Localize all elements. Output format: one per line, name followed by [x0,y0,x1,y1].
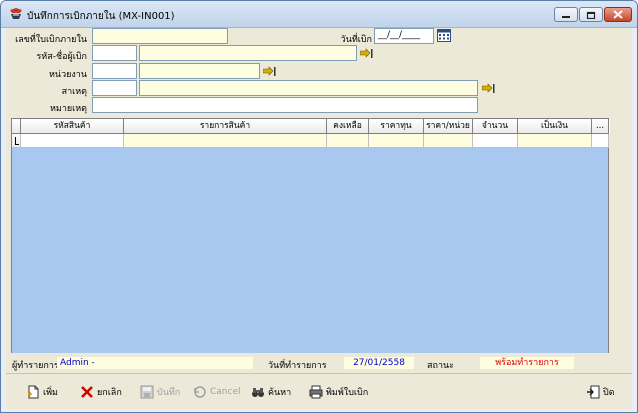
print-label: พิมพ์ใบเบิก [326,388,369,398]
title-bar[interactable]: บันทึกการเบิกภายใน (MX-IN001) [1,1,637,28]
close-window-button[interactable] [604,7,632,22]
col-header[interactable]: รายการสินค้า [124,119,327,134]
lookup-icon[interactable] [482,83,496,94]
save-button[interactable]: บันทึก [140,384,180,400]
doc-date-value: 27/01/2558 [344,357,414,369]
binoculars-icon [252,388,264,397]
items-grid[interactable]: รหัสสินค้า รายการสินค้า คงเหลือ ราคาทุน … [11,118,610,354]
app-window: บันทึกการเบิกภายใน (MX-IN001) เลขที่ใบเบ… [0,0,638,413]
col-header[interactable]: ราคา/หน่วย [424,119,473,134]
window-title: บันทึกการเบิกภายใน (MX-IN001) [27,11,175,22]
row-indicator [12,134,21,148]
cancel-doc-button[interactable]: ยกเลิก [80,384,122,400]
requester-code-input[interactable] [92,45,137,61]
new-document-icon [28,385,39,399]
date-label: วันที่เบิก [340,35,372,45]
print-button[interactable]: พิมพ์ใบเบิก [309,384,368,400]
state-value: พร้อมทำรายการ [480,357,574,369]
cell-quantity[interactable] [473,134,518,148]
cell-product-name[interactable] [124,134,327,148]
col-header[interactable]: คงเหลือ [327,119,369,134]
cancel-button[interactable]: Cancel [193,384,241,400]
printer-icon [309,385,323,399]
minimize-icon [562,15,570,18]
app-logo-icon [10,8,22,19]
note-label: หมายเหตุ [49,104,87,114]
requester-name-input[interactable] [139,45,357,61]
lookup-icon[interactable] [263,66,277,77]
reason-text-input[interactable] [139,80,478,96]
table-row[interactable] [12,134,610,148]
cancel-label: Cancel [210,387,241,397]
delete-x-icon [81,386,93,398]
doc-no-input[interactable] [92,28,228,44]
calendar-icon[interactable] [437,29,451,42]
minimize-button[interactable] [554,7,578,22]
state-label: สถานะ [427,361,454,371]
cancel-doc-label: ยกเลิก [97,388,122,398]
col-header[interactable]: เป็นเงิน [518,119,592,134]
cell-balance[interactable] [327,134,369,148]
doc-no-label: เลขที่ใบเบิกภายใน [15,35,87,45]
note-input[interactable] [92,97,478,113]
requester-label: รหัส-ชื่อผู้เบิก [36,52,87,62]
cell-amount[interactable] [518,134,592,148]
row-indicator-header [12,119,21,134]
search-button[interactable]: ค้นหา [251,384,291,400]
close-icon [613,10,623,19]
save-label: บันทึก [157,388,181,398]
cell-unit-price[interactable] [424,134,473,148]
close-label: ปิด [603,388,615,398]
date-input[interactable]: __/__/____ [374,28,434,44]
col-header[interactable]: จำนวน [473,119,518,134]
lookup-icon[interactable] [360,48,374,59]
unit-code-input[interactable] [92,63,137,79]
status-bar: ผู้ทำรายการ Admin - วันที่ทำรายการ 27/01… [6,353,632,373]
form-area: เลขที่ใบเบิกภายใน วันที่เบิก __/__/____ … [6,28,632,409]
save-disk-icon [140,385,154,399]
unit-name-input[interactable] [139,63,260,79]
doc-date-label: วันที่ทำรายการ [268,361,327,371]
maximize-button[interactable] [579,7,603,22]
cell-more[interactable] [592,134,609,148]
undo-icon [194,386,206,398]
grid-header: รหัสสินค้า รายการสินค้า คงเหลือ ราคาทุน … [12,119,610,134]
col-header[interactable]: ... [592,119,609,134]
add-button[interactable]: เพิ่ม [26,384,58,400]
close-button[interactable]: ปิด [586,384,615,400]
operator-value: Admin - [57,357,253,369]
search-label: ค้นหา [268,388,292,398]
col-header[interactable]: ราคาทุน [369,119,424,134]
col-header[interactable]: รหัสสินค้า [21,119,124,134]
cell-cost[interactable] [369,134,424,148]
exit-door-icon [587,385,600,399]
cell-product-code[interactable] [21,134,124,148]
row-pointer-icon [15,137,19,145]
maximize-icon [586,11,596,19]
unit-label: หน่วยงาน [48,70,87,80]
add-label: เพิ่ม [43,388,58,398]
operator-label: ผู้ทำรายการ [12,361,59,371]
action-toolbar: เพิ่ม ยกเลิก บันทึก Cancel ค้นหา พิมพ์ใบ… [6,373,632,409]
reason-code-input[interactable] [92,80,137,96]
reason-label: สาเหตุ [61,87,87,97]
